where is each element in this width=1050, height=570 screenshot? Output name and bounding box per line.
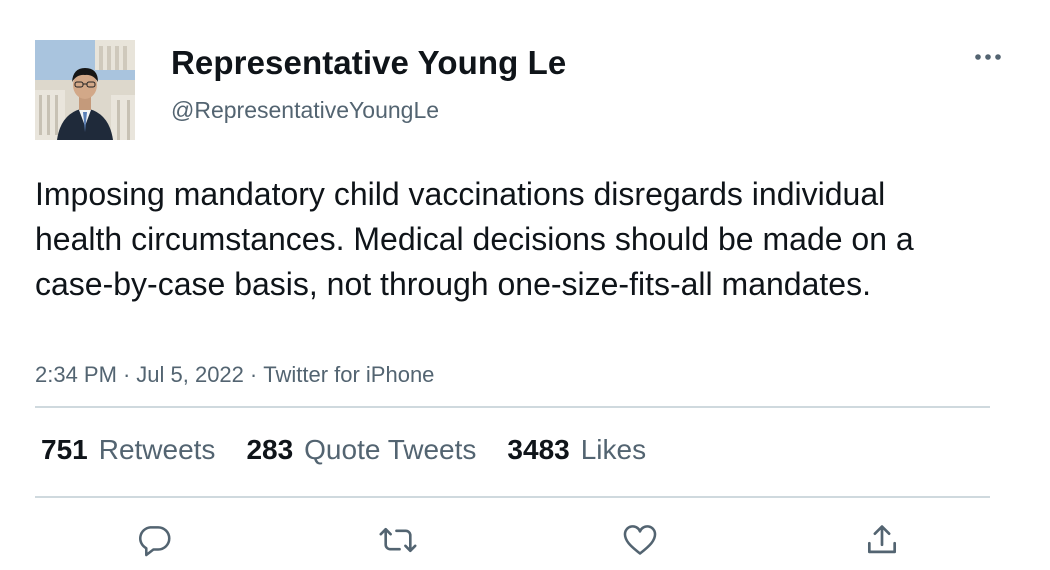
action-bar (0, 515, 1050, 565)
like-button[interactable] (615, 515, 665, 565)
reply-button[interactable] (130, 515, 180, 565)
likes-count: 3483 (507, 434, 570, 465)
reply-icon (139, 526, 171, 557)
retweets-count: 751 (41, 434, 88, 465)
divider (35, 496, 990, 498)
share-button[interactable] (857, 515, 907, 565)
tweet-date[interactable]: Jul 5, 2022 (136, 362, 244, 387)
tweet-time[interactable]: 2:34 PM (35, 362, 117, 387)
avatar[interactable] (35, 40, 135, 140)
divider (35, 406, 990, 408)
avatar-image (35, 40, 135, 140)
tweet-source[interactable]: Twitter for iPhone (263, 362, 434, 387)
more-options-button[interactable] (968, 44, 1008, 70)
likes-label: Likes (580, 434, 647, 465)
more-horizontal-icon (975, 54, 1001, 60)
share-icon (867, 525, 897, 554)
tweet-text: Imposing mandatory child vaccinations di… (35, 176, 914, 302)
quote-tweets-count: 283 (246, 434, 294, 465)
meta-separator: · (249, 362, 258, 387)
quote-tweets-label: Quote Tweets (304, 434, 477, 465)
retweets-label: Retweets (98, 434, 216, 465)
handle[interactable]: @RepresentativeYoungLe (171, 97, 439, 124)
retweet-icon (379, 527, 417, 553)
tweet-meta: 2:34 PM · Jul 5, 2022 · Twitter for iPhone (35, 362, 434, 388)
heart-icon (623, 525, 657, 555)
quote-tweets-stat[interactable]: 283 Quote Tweets (246, 434, 476, 466)
display-name[interactable]: Representative Young Le (171, 44, 566, 82)
retweets-stat[interactable]: 751 Retweets (41, 434, 215, 466)
retweet-button[interactable] (373, 515, 423, 565)
tweet-stats: 751 Retweets 283 Quote Tweets 3483 Likes (41, 432, 677, 468)
likes-stat[interactable]: 3483 Likes (507, 434, 646, 466)
meta-separator: · (122, 362, 131, 387)
